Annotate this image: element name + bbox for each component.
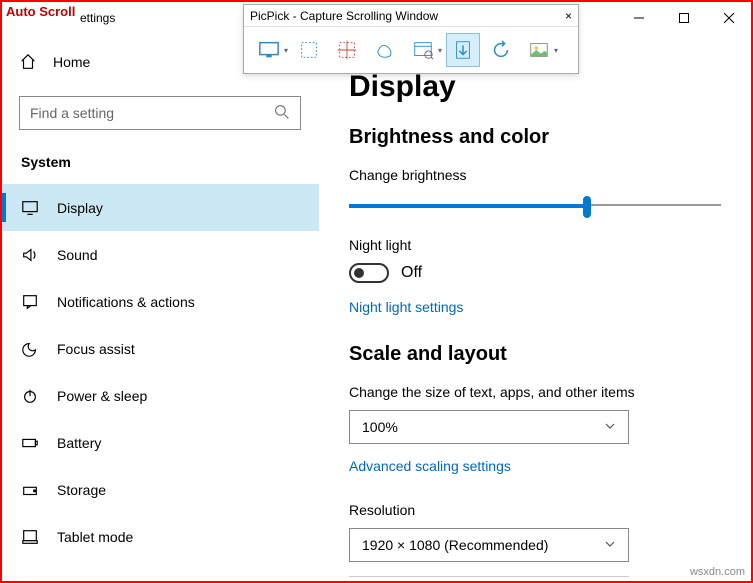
sidebar-item-label: Battery bbox=[57, 435, 101, 451]
sidebar-item-sound[interactable]: Sound bbox=[2, 231, 319, 278]
sidebar-item-display[interactable]: Display bbox=[2, 184, 319, 231]
sidebar-item-notifications[interactable]: Notifications & actions bbox=[2, 278, 319, 325]
nightlight-settings-link[interactable]: Night light settings bbox=[349, 299, 721, 315]
home-icon bbox=[19, 53, 37, 71]
refresh-button[interactable] bbox=[484, 33, 518, 67]
dropdown-icon[interactable]: ▾ bbox=[554, 46, 558, 55]
home-label: Home bbox=[53, 54, 90, 70]
tablet-icon bbox=[21, 528, 39, 546]
notifications-icon bbox=[21, 293, 39, 311]
search-placeholder: Find a setting bbox=[30, 105, 114, 121]
brightness-slider[interactable] bbox=[349, 193, 721, 219]
search-icon bbox=[274, 104, 290, 123]
picpick-close-button[interactable]: × bbox=[565, 9, 572, 23]
scale-label: Change the size of text, apps, and other… bbox=[349, 384, 721, 400]
nightlight-toggle[interactable] bbox=[349, 263, 389, 283]
dropdown-icon[interactable]: ▾ bbox=[284, 46, 288, 55]
chevron-down-icon bbox=[604, 537, 616, 553]
sidebar-item-label: Notifications & actions bbox=[57, 294, 195, 310]
main-panel: Display Brightness and color Change brig… bbox=[319, 34, 751, 579]
capture-scroll-button[interactable] bbox=[446, 33, 480, 67]
nightlight-label: Night light bbox=[349, 237, 721, 253]
chevron-down-icon bbox=[604, 419, 616, 435]
section-scale: Scale and layout bbox=[349, 343, 721, 366]
sidebar-item-storage[interactable]: Storage bbox=[2, 466, 319, 513]
sidebar: Home Find a setting System Display Sound bbox=[2, 34, 319, 579]
nightlight-state: Off bbox=[401, 264, 422, 282]
capture-region-button[interactable] bbox=[292, 33, 326, 67]
battery-icon bbox=[21, 434, 39, 452]
sidebar-item-tablet[interactable]: Tablet mode bbox=[2, 513, 319, 560]
capture-window-button[interactable] bbox=[406, 33, 440, 67]
sidebar-item-focus[interactable]: Focus assist bbox=[2, 325, 319, 372]
image-picker-button[interactable] bbox=[522, 33, 556, 67]
minimize-button[interactable] bbox=[616, 3, 661, 33]
capture-freehand-button[interactable] bbox=[368, 33, 402, 67]
capture-fullscreen-button[interactable] bbox=[252, 33, 286, 67]
section-brightness: Brightness and color bbox=[349, 126, 721, 149]
close-button[interactable] bbox=[706, 3, 751, 33]
sidebar-item-label: Display bbox=[57, 200, 103, 216]
watermark: wsxdn.com bbox=[690, 566, 745, 578]
sidebar-item-label: Tablet mode bbox=[57, 529, 133, 545]
display-icon bbox=[21, 199, 39, 217]
advanced-scaling-link[interactable]: Advanced scaling settings bbox=[349, 458, 721, 474]
sidebar-item-label: Sound bbox=[57, 247, 97, 263]
picpick-toolbar[interactable]: PicPick - Capture Scrolling Window × ▾ ▾… bbox=[243, 4, 579, 74]
power-icon bbox=[21, 387, 39, 405]
maximize-button[interactable] bbox=[661, 3, 706, 33]
sidebar-item-battery[interactable]: Battery bbox=[2, 419, 319, 466]
dropdown-icon[interactable]: ▾ bbox=[438, 46, 442, 55]
sidebar-item-label: Storage bbox=[57, 482, 106, 498]
resolution-value: 1920 × 1080 (Recommended) bbox=[362, 537, 548, 553]
focus-icon bbox=[21, 340, 39, 358]
auto-scroll-badge: Auto Scroll bbox=[4, 4, 77, 19]
scale-value: 100% bbox=[362, 419, 398, 435]
picpick-title: PicPick - Capture Scrolling Window bbox=[250, 9, 438, 23]
slider-thumb[interactable] bbox=[583, 196, 591, 218]
brightness-label: Change brightness bbox=[349, 167, 721, 183]
resolution-select[interactable]: 1920 × 1080 (Recommended) bbox=[349, 528, 629, 562]
sidebar-item-label: Focus assist bbox=[57, 341, 135, 357]
scale-select[interactable]: 100% bbox=[349, 410, 629, 444]
resolution-label: Resolution bbox=[349, 502, 721, 518]
sidebar-item-power[interactable]: Power & sleep bbox=[2, 372, 319, 419]
page-title: Display bbox=[349, 70, 721, 104]
sidebar-item-label: Power & sleep bbox=[57, 388, 147, 404]
sidebar-category: System bbox=[21, 154, 319, 170]
storage-icon bbox=[21, 481, 39, 499]
search-input[interactable]: Find a setting bbox=[19, 96, 301, 130]
capture-fixed-button[interactable] bbox=[330, 33, 364, 67]
sound-icon bbox=[21, 246, 39, 264]
